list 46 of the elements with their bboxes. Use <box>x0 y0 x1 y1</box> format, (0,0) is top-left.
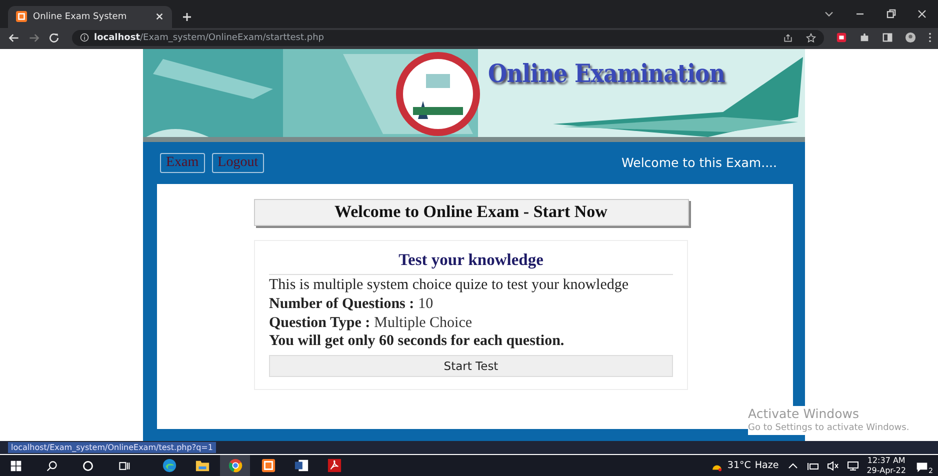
new-tab-icon[interactable] <box>182 12 192 22</box>
document-icon <box>294 458 308 473</box>
browser-tab[interactable]: Online Exam System <box>8 6 172 28</box>
notification-icon <box>916 460 928 472</box>
menu-icon[interactable] <box>928 32 932 44</box>
task-view-icon[interactable] <box>118 460 130 472</box>
pdf-icon <box>326 458 342 473</box>
start-test-button[interactable]: Start Test <box>269 354 673 377</box>
side-panel-icon[interactable] <box>882 32 893 44</box>
close-icon[interactable] <box>155 12 164 22</box>
extension-icon[interactable] <box>836 32 847 44</box>
star-icon[interactable] <box>806 32 816 43</box>
activation-text: Go to Settings to activate Windows. <box>748 422 910 433</box>
reload-icon[interactable] <box>48 32 60 44</box>
card-title: Test your knowledge <box>269 250 673 275</box>
restore-icon[interactable] <box>884 6 898 21</box>
taskbar-app[interactable] <box>220 455 250 476</box>
back-icon[interactable] <box>8 32 20 44</box>
clock-time[interactable]: 12:37 AM <box>867 456 906 466</box>
site-title: Online Examination <box>488 58 725 88</box>
avatar-icon[interactable] <box>905 32 916 44</box>
status-url: localhost/Exam_system/OnlineExam/test.php?q=1 <box>8 442 216 453</box>
speaker-muted-icon[interactable] <box>826 460 839 472</box>
notice-text: You will get only 60 seconds for each question. <box>269 332 566 349</box>
info-icon <box>80 33 89 42</box>
detail-label: Question Type : <box>269 314 370 331</box>
detail-label: Number of Questions : <box>269 296 414 312</box>
cortana-icon[interactable] <box>82 460 94 472</box>
search-icon[interactable] <box>46 460 58 472</box>
activation-title: Activate Windows <box>748 406 860 421</box>
folder-icon <box>194 458 210 473</box>
address-field[interactable]: localhost/Exam_system/OnlineExam/starttest.php <box>72 30 824 46</box>
chrome-icon <box>228 458 242 473</box>
forward-icon[interactable] <box>28 32 40 44</box>
share-icon[interactable] <box>783 32 793 43</box>
browser-icon <box>162 458 176 473</box>
detail-value: 10 <box>418 296 434 312</box>
detail-value: Multiple Choice <box>374 314 472 331</box>
description-text: This is multiple system choice quize to test your knowledge <box>269 276 630 295</box>
network-icon[interactable] <box>846 460 859 472</box>
windows-start-icon[interactable] <box>10 460 22 472</box>
temperature-text[interactable]: 31°C <box>727 460 751 471</box>
weather-text[interactable]: Haze <box>754 460 779 471</box>
clock-date[interactable]: 29-Apr-22 <box>866 466 906 476</box>
page-heading: Welcome to Online Exam - Start Now <box>254 198 688 226</box>
welcome-text: Welcome to this Exam.... <box>622 155 777 170</box>
